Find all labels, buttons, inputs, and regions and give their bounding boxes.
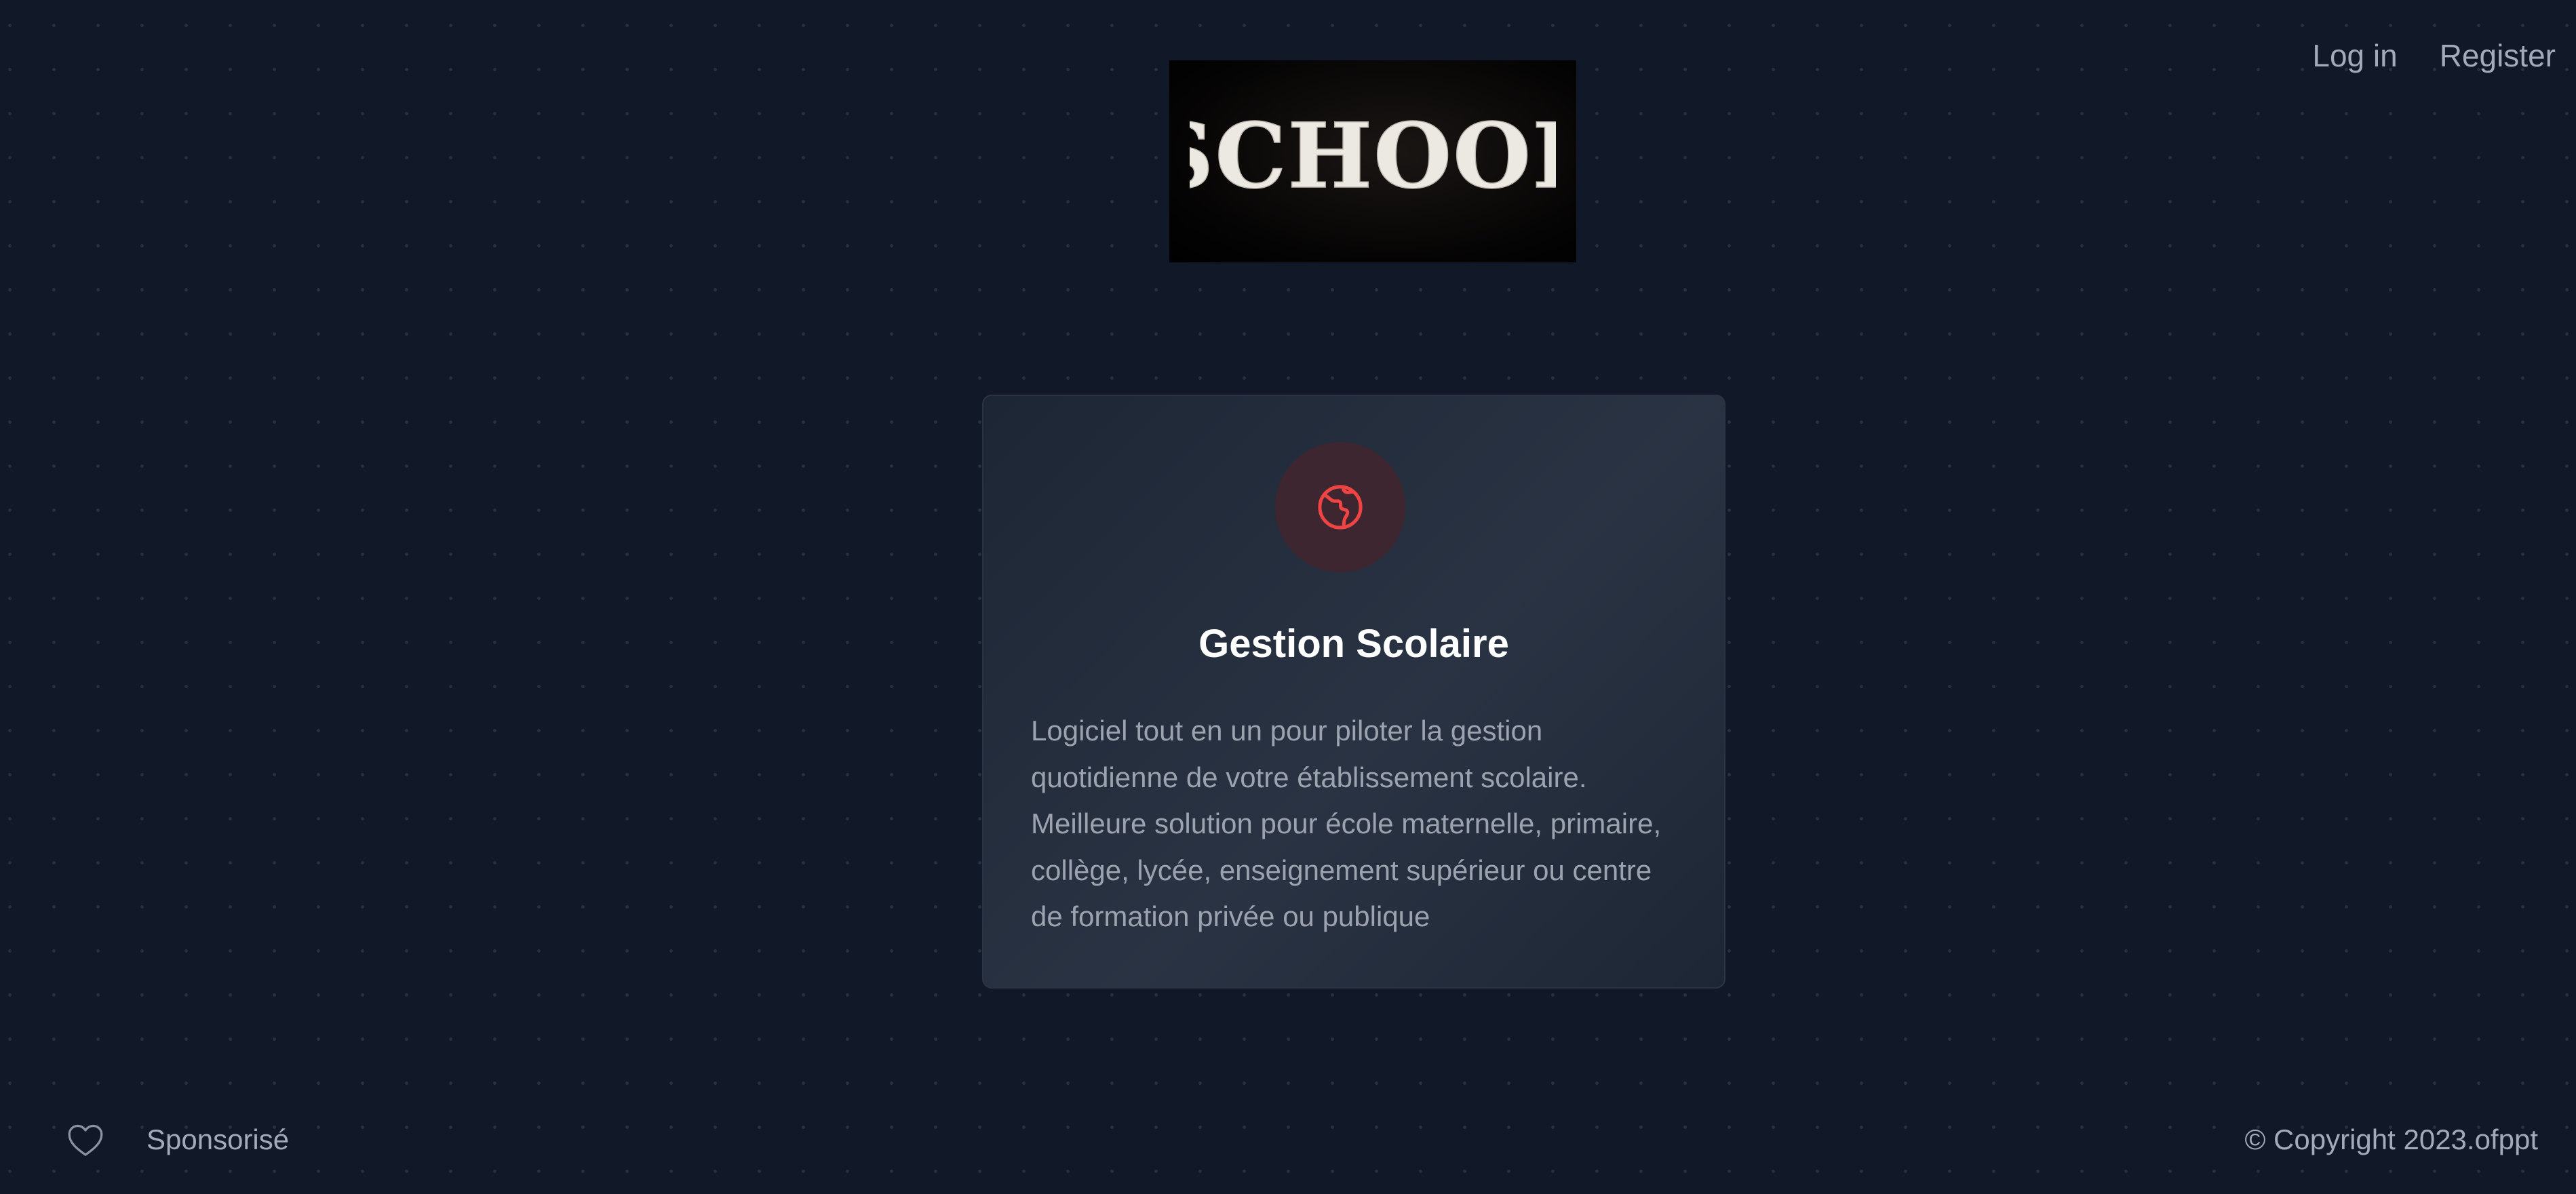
- card-description: Logiciel tout en un pour piloter la gest…: [1031, 715, 1662, 932]
- card-title: Gestion Scolaire: [1198, 622, 1509, 666]
- svg-text:SCHOOL: SCHOOL: [1190, 107, 1556, 209]
- globe-icon-badge: [1275, 442, 1405, 572]
- heart-icon[interactable]: [66, 1122, 104, 1157]
- sponsor-link[interactable]: Sponsorisé: [147, 1119, 289, 1160]
- footer-sponsor: Sponsorisé: [66, 1119, 289, 1160]
- school-logo-wordmark: SCHOOL: [1190, 107, 1556, 210]
- top-nav: Log in Register: [2312, 35, 2556, 76]
- globe-icon: [1318, 485, 1363, 530]
- login-link[interactable]: Log in: [2312, 35, 2397, 76]
- copyright-text: © Copyright 2023.ofppt: [2244, 1123, 2538, 1155]
- register-link[interactable]: Register: [2440, 35, 2556, 76]
- feature-card: Gestion Scolaire Logiciel tout en un pou…: [982, 395, 1725, 989]
- school-logo: SCHOOL: [1169, 60, 1576, 262]
